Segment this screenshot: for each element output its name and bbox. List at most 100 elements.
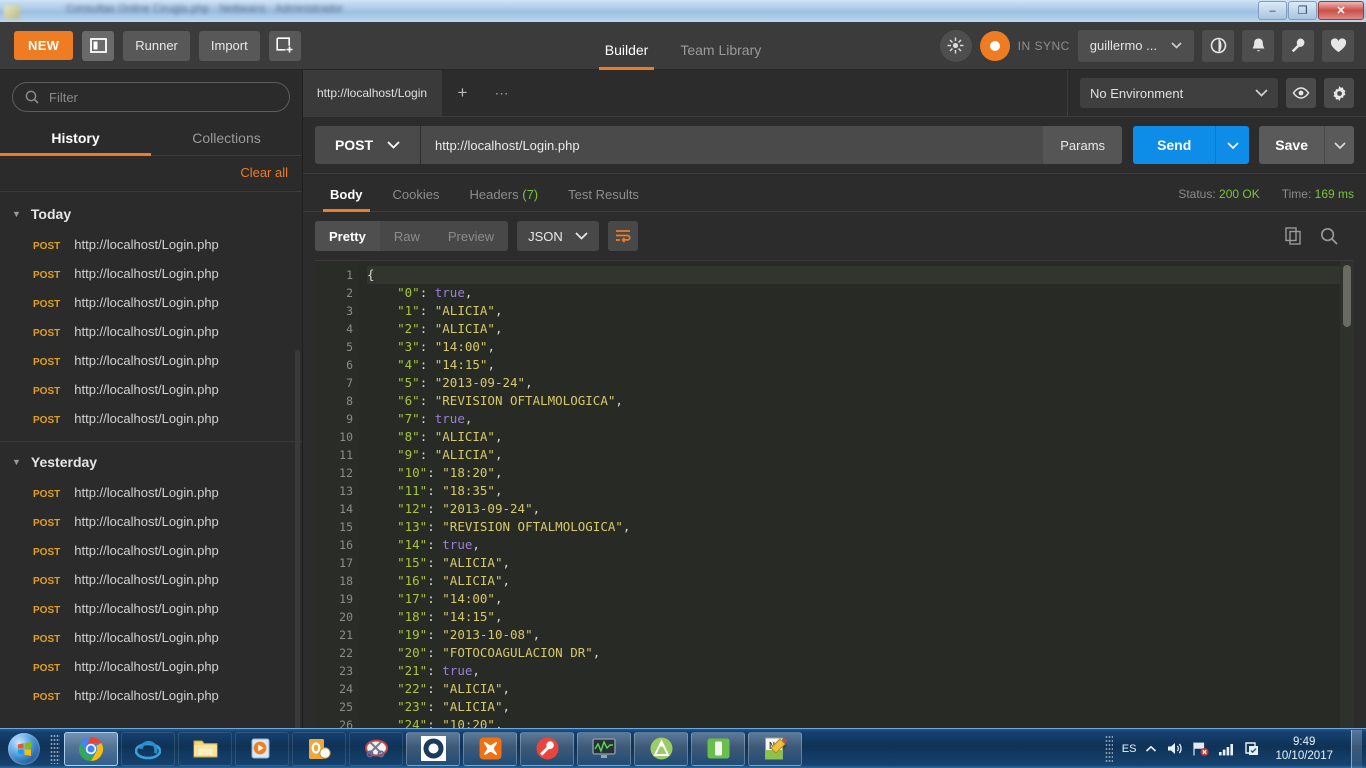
- taskbar-monitor-app[interactable]: [577, 731, 631, 766]
- start-button[interactable]: [2, 731, 46, 767]
- list-item[interactable]: POST http://localhost/Login.php: [0, 404, 302, 433]
- tab-headers[interactable]: Headers (7): [454, 187, 553, 211]
- send-options-button[interactable]: [1215, 126, 1250, 164]
- view-mode-pretty[interactable]: Pretty: [315, 221, 380, 251]
- taskbar-outlook[interactable]: [292, 731, 346, 766]
- taskbar-grip[interactable]: [50, 733, 60, 764]
- tab-builder[interactable]: Builder: [589, 42, 665, 70]
- taskbar-android-studio[interactable]: [634, 731, 688, 766]
- list-item[interactable]: POST http://localhost/Login.php: [0, 623, 302, 652]
- list-item[interactable]: POST http://localhost/Login.php: [0, 565, 302, 594]
- more-tabs-button[interactable]: ⋯: [483, 70, 523, 116]
- user-menu-button[interactable]: guillermo ...: [1077, 29, 1194, 62]
- http-method-selector[interactable]: POST: [315, 126, 421, 164]
- taskbar-tool-app[interactable]: [520, 731, 574, 766]
- taskbar-green-app[interactable]: [691, 731, 745, 766]
- list-item[interactable]: POST http://localhost/Login.php: [0, 259, 302, 288]
- action-center-icon[interactable]: [1244, 741, 1260, 757]
- signal-bars-icon[interactable]: [1218, 742, 1235, 756]
- list-item[interactable]: POST http://localhost/Login.php: [0, 507, 302, 536]
- tray-grip[interactable]: [1104, 734, 1113, 763]
- json-key: "20": [397, 645, 428, 660]
- list-item[interactable]: POST http://localhost/Login.php: [0, 375, 302, 404]
- response-body-viewer[interactable]: 1 2 3 4 5 6 7 8 9 10 11 12 13 14 15 16 1: [315, 260, 1354, 728]
- list-item[interactable]: POST http://localhost/Login.php: [0, 536, 302, 565]
- line-number: 14: [339, 502, 353, 516]
- tab-body[interactable]: Body: [315, 187, 378, 212]
- wrap-lines-button[interactable]: [607, 221, 638, 251]
- window-controls[interactable]: – ❐ ✕: [1258, 1, 1364, 21]
- list-item[interactable]: POST http://localhost/Login.php: [0, 288, 302, 317]
- history-group-today[interactable]: ▼ Today: [0, 198, 302, 230]
- clear-all-button[interactable]: Clear all: [240, 165, 288, 180]
- new-window-button[interactable]: [268, 30, 301, 61]
- save-button[interactable]: Save: [1259, 126, 1324, 164]
- heart-icon: [1330, 38, 1347, 53]
- system-tray: ES 9:49 10/10/2017: [1104, 729, 1366, 768]
- environment-settings-button[interactable]: [1324, 78, 1354, 108]
- taskbar-ie[interactable]: [121, 731, 175, 766]
- copy-button[interactable]: [1285, 227, 1302, 245]
- add-tab-button[interactable]: +: [443, 70, 483, 116]
- restore-button[interactable]: ❐: [1288, 1, 1317, 20]
- list-item[interactable]: POST http://localhost/Login.php: [0, 594, 302, 623]
- taskbar-postman[interactable]: [406, 731, 460, 766]
- tab-cookies[interactable]: Cookies: [378, 187, 455, 211]
- import-button[interactable]: Import: [198, 30, 260, 61]
- network-error-icon[interactable]: [1192, 741, 1209, 757]
- view-mode-raw[interactable]: Raw: [380, 221, 434, 251]
- tab-test-results[interactable]: Test Results: [553, 187, 654, 211]
- taskbar-notepadpp[interactable]: N++: [748, 731, 802, 766]
- close-button[interactable]: ✕: [1318, 1, 1364, 20]
- taskbar-snipping-tool[interactable]: [349, 731, 403, 766]
- search-input[interactable]: Filter: [12, 82, 290, 112]
- url-input[interactable]: http://localhost/Login.php: [421, 126, 1044, 164]
- sidebar-scrollbar[interactable]: [295, 350, 300, 728]
- globe-button[interactable]: [1202, 29, 1234, 62]
- taskbar-xampp[interactable]: [463, 731, 517, 766]
- response-scrollbar-track[interactable]: [1340, 261, 1354, 728]
- chevron-up-icon[interactable]: [1145, 745, 1157, 753]
- tab-team-library[interactable]: Team Library: [664, 42, 777, 70]
- view-mode-preview[interactable]: Preview: [434, 221, 508, 251]
- list-item[interactable]: POST http://localhost/Login.php: [0, 478, 302, 507]
- show-desktop-button[interactable]: [1351, 729, 1362, 768]
- taskbar-chrome[interactable]: [64, 731, 118, 766]
- history-list[interactable]: ▼ Today POST http://localhost/Login.php P…: [0, 192, 302, 728]
- new-button[interactable]: NEW: [14, 31, 74, 60]
- list-item[interactable]: POST http://localhost/Login.php: [0, 346, 302, 375]
- request-tab-label: http://localhost/Login: [317, 86, 428, 100]
- params-button[interactable]: Params: [1043, 126, 1123, 164]
- runner-button[interactable]: Runner: [123, 30, 190, 61]
- list-item[interactable]: POST http://localhost/Login.php: [0, 652, 302, 681]
- settings-wrench-button[interactable]: [1282, 29, 1314, 62]
- http-method-label: POST: [334, 137, 374, 153]
- history-group-yesterday[interactable]: ▼ Yesterday: [0, 441, 302, 478]
- list-item[interactable]: POST http://localhost/Login.php: [0, 681, 302, 710]
- sidebar-tab-collections[interactable]: Collections: [151, 122, 302, 155]
- sidebar-tab-history[interactable]: History: [0, 122, 151, 156]
- taskbar-clock[interactable]: 9:49 10/10/2017: [1269, 735, 1339, 763]
- history-group-label: Today: [30, 206, 72, 222]
- request-tab[interactable]: http://localhost/Login: [303, 70, 443, 116]
- response-scrollbar-thumb[interactable]: [1343, 265, 1351, 327]
- list-item[interactable]: POST http://localhost/Login.php: [0, 317, 302, 346]
- volume-icon[interactable]: [1166, 741, 1183, 756]
- search-response-button[interactable]: [1320, 227, 1338, 245]
- minimize-button[interactable]: –: [1258, 1, 1287, 20]
- environment-quick-look-button[interactable]: [1286, 78, 1316, 108]
- taskbar-file-explorer[interactable]: [178, 731, 232, 766]
- save-options-button[interactable]: [1324, 126, 1354, 164]
- json-code-content[interactable]: { "0": true, "1": "ALICIA", "2": "ALICIA…: [359, 261, 1354, 728]
- sidebar-toggle-button[interactable]: [82, 30, 115, 61]
- response-tabs: Body Cookies Headers (7) Test Results St…: [303, 174, 1366, 212]
- favorites-button[interactable]: [1322, 29, 1354, 62]
- interceptor-button[interactable]: [939, 29, 972, 62]
- notifications-button[interactable]: [1242, 29, 1274, 62]
- response-format-selector[interactable]: JSON: [517, 221, 599, 251]
- list-item[interactable]: POST http://localhost/Login.php: [0, 230, 302, 259]
- language-indicator[interactable]: ES: [1122, 743, 1137, 755]
- send-button[interactable]: Send: [1133, 126, 1216, 164]
- environment-selector[interactable]: No Environment: [1080, 78, 1278, 108]
- taskbar-media-player[interactable]: [235, 731, 289, 766]
